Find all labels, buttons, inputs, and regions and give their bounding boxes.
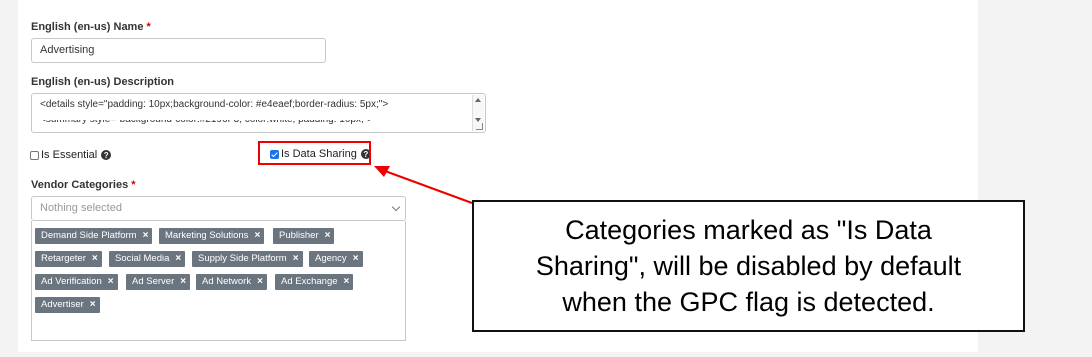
callout-line-2: Sharing", will be disabled by default xyxy=(535,251,962,281)
annotation-callout: Categories marked as "Is Data Sharing", … xyxy=(472,200,1025,332)
callout-line-3: when the GPC flag is detected. xyxy=(562,287,935,317)
arrow-line xyxy=(384,170,473,204)
callout-line-1: Categories marked as "Is Data xyxy=(565,215,932,245)
